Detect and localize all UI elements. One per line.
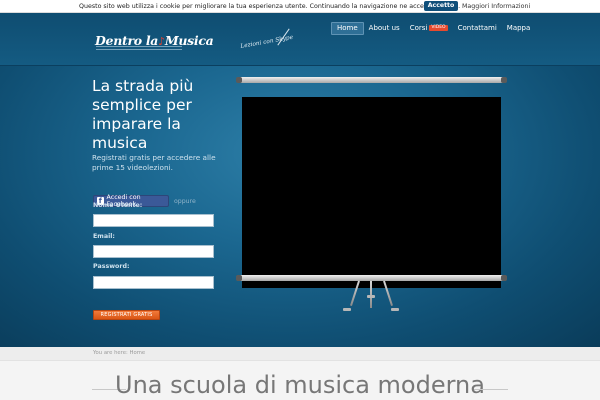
- cookie-more-info-link[interactable]: Maggiori Informazioni: [462, 3, 530, 10]
- cookie-accept-button[interactable]: Accetto: [424, 1, 458, 11]
- nav-item-contattami[interactable]: Contattami: [453, 22, 502, 35]
- nav-item-about[interactable]: About us: [364, 22, 405, 35]
- or-label: oppure: [174, 198, 196, 205]
- email-input[interactable]: [93, 245, 214, 258]
- nav-item-mappa[interactable]: Mappa: [502, 22, 536, 35]
- bar-cap-right: [501, 275, 507, 281]
- title-divider-right: [474, 389, 508, 390]
- password-input[interactable]: [93, 276, 214, 289]
- hero-headline: La strada più semplice per imparare la m…: [92, 77, 194, 152]
- bar-cap-left: [236, 77, 242, 83]
- cookie-message: Questo sito web utilizza i cookie per mi…: [79, 3, 461, 10]
- bar-cap-left: [236, 275, 242, 281]
- nav-label: Mappa: [506, 23, 531, 32]
- nav-label: Home: [337, 23, 358, 32]
- password-label: Password:: [93, 263, 130, 270]
- register-button[interactable]: REGISTRATI GRATIS: [93, 310, 160, 320]
- username-input[interactable]: [93, 214, 214, 227]
- breadcrumb-bar: You are here: Home: [0, 347, 600, 361]
- nav-label: About us: [368, 23, 400, 32]
- logo-staff-lines: [96, 46, 182, 50]
- hero-subline: Registrati gratis per accedere alle prim…: [92, 153, 216, 172]
- section-title: Una scuola di musica moderna: [115, 371, 485, 399]
- nav-item-corsi[interactable]: Corsi VIDEO: [405, 22, 453, 35]
- nav-item-home[interactable]: Home: [331, 21, 364, 35]
- main-nav: Home About us Corsi VIDEO Contattami Mapp…: [331, 21, 535, 35]
- stand-foot-right: [391, 308, 399, 311]
- stand-foot-left: [343, 308, 351, 311]
- username-label: Nome Utente:: [93, 202, 143, 209]
- video-screen[interactable]: [242, 97, 501, 288]
- bar-cap-right: [501, 77, 507, 83]
- stand-foot-center: [367, 295, 375, 298]
- screen-top-bar: [236, 77, 507, 83]
- cookie-bar: Questo sito web utilizza i cookie per mi…: [0, 0, 600, 13]
- breadcrumb: You are here: Home: [93, 350, 146, 356]
- hero-section: Dentro la♪Musica Lezioni con Skype Home …: [0, 13, 600, 347]
- email-label: Email:: [93, 233, 115, 240]
- nav-label: Contattami: [457, 23, 497, 32]
- nav-label: Corsi: [409, 23, 428, 32]
- video-badge: VIDEO: [429, 25, 448, 31]
